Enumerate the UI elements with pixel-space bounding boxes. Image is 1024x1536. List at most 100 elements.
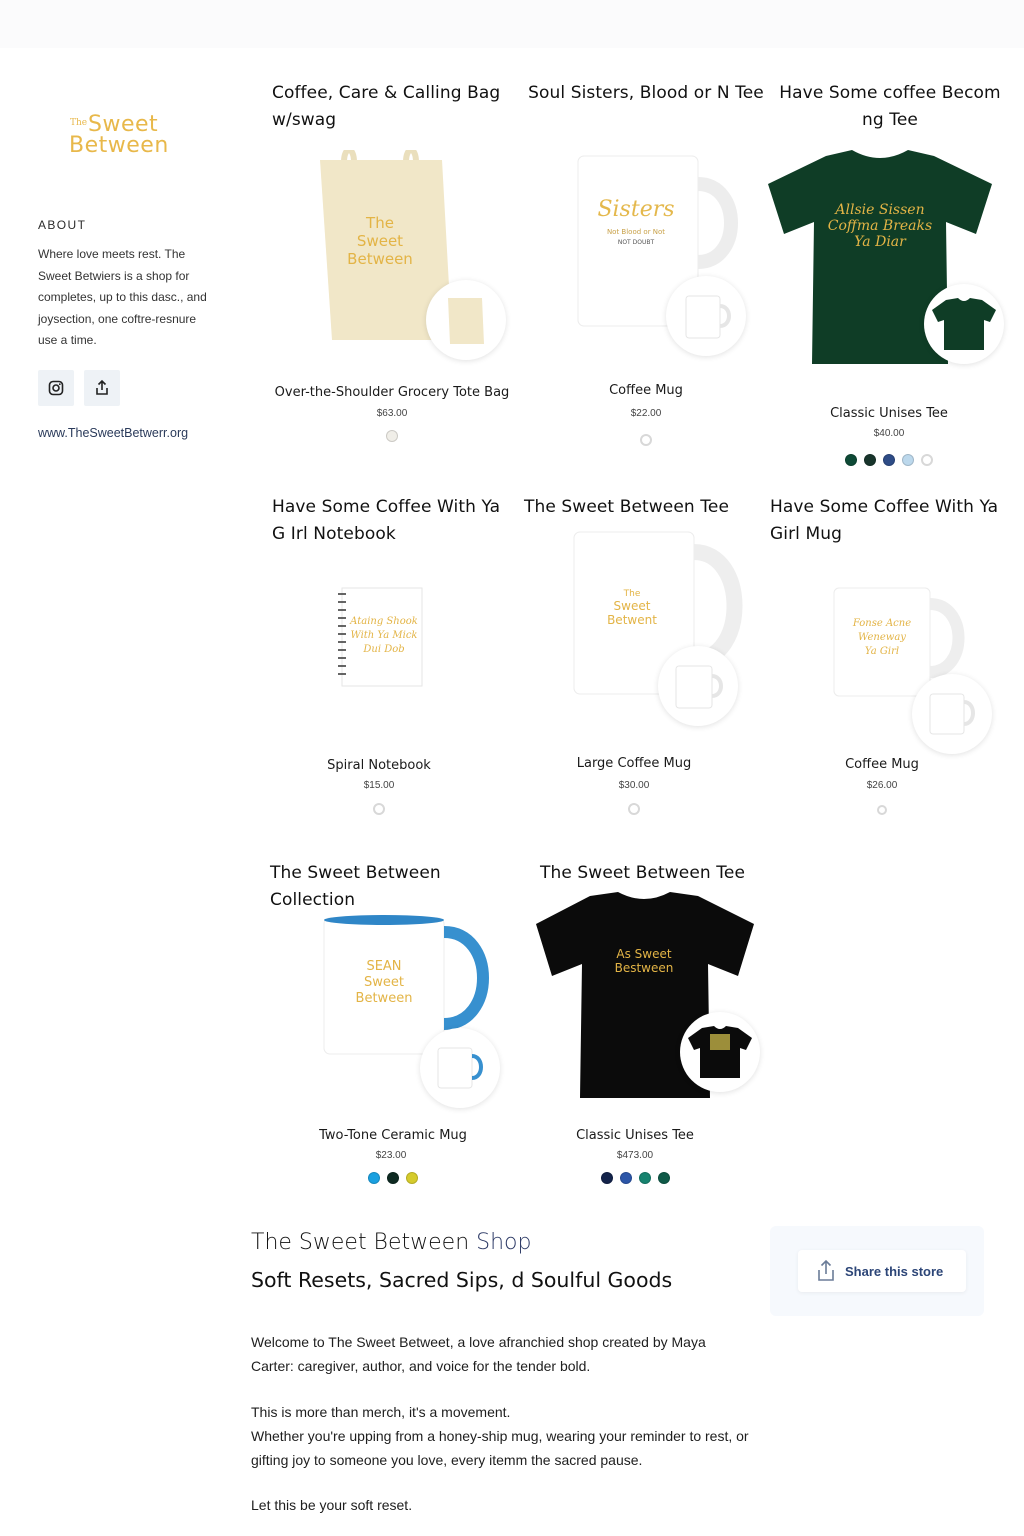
product-name[interactable]: Large Coffee Mug [514, 756, 754, 771]
color-swatch[interactable] [921, 454, 933, 466]
product-card[interactable]: The Sweet Between Collection SEAN Sweet … [270, 860, 510, 1190]
product-name[interactable]: Spiral Notebook [259, 758, 499, 773]
color-swatch[interactable] [845, 454, 857, 466]
top-bar [0, 0, 1024, 48]
shop-description-1: Welcome to The Sweet Betweet, a love afr… [251, 1334, 706, 1374]
product-card[interactable]: Coffee, Care & Calling Bag w/swag The Sw… [272, 80, 512, 450]
product-thumbnail[interactable] [912, 674, 992, 754]
product-title[interactable]: Coffee, Care & Calling Bag w/swag [272, 80, 512, 134]
color-swatch[interactable] [657, 1172, 670, 1184]
product-name[interactable]: Over-the-Shoulder Grocery Tote Bag [272, 385, 512, 400]
product-card[interactable]: The Sweet Between Tee The Sweet Betwent … [524, 494, 764, 824]
product-title[interactable]: The Sweet Between Tee [540, 860, 780, 887]
large-mug-text-2: Sweet [614, 599, 651, 613]
large-mug-text-1: The [623, 589, 641, 599]
color-swatch[interactable] [640, 434, 652, 446]
shop-subheading: Soft Resets, Sacred Sips, d Soulful Good… [251, 1268, 673, 1292]
instagram-button[interactable] [38, 370, 74, 406]
product-card[interactable]: Soul Sisters, Blood or N Tee Sisters Not… [526, 80, 766, 450]
two-tone-text-2: Sweet [364, 975, 404, 990]
product-name[interactable]: Two-Tone Ceramic Mug [273, 1128, 513, 1143]
share-store-button[interactable]: Share this store [798, 1250, 966, 1292]
product-card[interactable]: Have Some coffee Becom ng Tee Allsie Sis… [768, 80, 1010, 480]
instagram-icon [48, 380, 64, 396]
product-name[interactable]: Coffee Mug [762, 757, 1002, 772]
tote-text-1: The [365, 214, 394, 232]
shop-description-3: Let this be your soft reset. [251, 1497, 413, 1513]
two-tone-text-3: Between [356, 991, 413, 1006]
product-thumbnail[interactable] [666, 276, 746, 356]
product-title[interactable]: The Sweet Between Tee [524, 494, 764, 521]
product-name[interactable]: Classic Unises Tee [769, 406, 1009, 421]
small-mug-text-2: Weneway [858, 632, 906, 643]
product-title[interactable]: Soul Sisters, Blood or N Tee [526, 80, 766, 107]
mug-text-2: Not Blood or Not [607, 228, 665, 236]
color-swatch[interactable] [864, 454, 876, 466]
color-swatches [259, 803, 499, 815]
color-swatch[interactable] [628, 803, 640, 815]
about-text: Where love meets rest. The Sweet Betwier… [38, 247, 207, 347]
color-swatch[interactable] [902, 454, 914, 466]
product-title[interactable]: Have Some Coffee With Ya Girl Mug [770, 494, 1010, 548]
product-thumbnail[interactable] [426, 280, 506, 360]
color-swatch[interactable] [406, 1172, 418, 1184]
notebook-text-2: With Ya Mick [350, 630, 417, 641]
mug-text-3: NOT DOUBT [618, 239, 655, 246]
color-swatch[interactable] [386, 430, 398, 442]
color-swatch[interactable] [387, 1172, 399, 1184]
product-thumbnail[interactable] [924, 284, 1004, 364]
small-mug-text-1: Fonse Acne [852, 618, 911, 629]
share-store-label: Share this store [845, 1263, 944, 1279]
color-swatches [272, 430, 512, 442]
tote-text-3: Between [347, 250, 413, 268]
logo-line-2: Between [69, 133, 169, 158]
tee-text-3: Ya Diar [854, 234, 907, 250]
tee-text-2: Coffma Breaks [828, 218, 932, 234]
two-tone-text-1: SEAN [366, 959, 401, 974]
product-price: $63.00 [376, 408, 408, 419]
color-swatches [515, 1172, 755, 1184]
color-swatch[interactable] [373, 803, 385, 815]
tee-text-1: Allsie Sissen [833, 202, 924, 218]
product-price: $23.00 [375, 1150, 407, 1161]
website-link[interactable]: www.TheSweetBetwerr.org [38, 426, 188, 440]
product-thumbnail[interactable] [658, 646, 738, 726]
shop-description-2: This is more than merch, it's a movement… [251, 1404, 749, 1468]
black-tee-text-2: Bestween [615, 961, 674, 975]
product-thumbnail[interactable] [680, 1012, 760, 1092]
black-tee-text-1: As Sweet [616, 947, 671, 961]
notebook-text-3: Dui Dob [362, 644, 404, 655]
shop-heading-accent: Shop [476, 1230, 532, 1255]
color-swatches [273, 1172, 513, 1184]
store-logo[interactable]: The Sweet Between [68, 112, 168, 158]
large-mug-text-3: Betwent [607, 613, 657, 627]
color-swatch[interactable] [368, 1172, 380, 1184]
share-icon [96, 379, 108, 395]
product-price: $22.00 [630, 408, 662, 419]
color-swatches [514, 803, 754, 815]
product-title[interactable]: Have Some coffee Becom ng Tee [770, 80, 1010, 134]
product-price: $30.00 [618, 780, 650, 791]
product-card[interactable]: Have Some Coffee With Ya Girl Mug Fonse … [770, 494, 1010, 824]
about-heading: ABOUT [38, 218, 87, 232]
mug-text-1: Sisters [597, 197, 674, 222]
product-thumbnail[interactable] [420, 1028, 500, 1108]
color-swatch[interactable] [883, 454, 895, 466]
product-card[interactable]: Have Some Coffee With Ya G Irl Notebook … [272, 494, 512, 824]
color-swatch[interactable] [877, 805, 887, 815]
product-card[interactable]: The Sweet Between Tee As Sweet Bestween … [536, 860, 780, 1190]
color-swatch[interactable] [600, 1172, 613, 1184]
product-name[interactable]: Coffee Mug [526, 383, 766, 398]
notebook-text-1: Ataing Shook [349, 616, 418, 627]
color-swatches [762, 805, 1002, 815]
product-name[interactable]: Classic Unises Tee [515, 1128, 755, 1143]
tote-text-2: Sweet [357, 232, 403, 250]
share-button-sidebar[interactable] [84, 370, 120, 406]
small-mug-text-3: Ya Girl [865, 646, 899, 657]
product-title[interactable]: Have Some Coffee With Ya G Irl Notebook [272, 494, 512, 548]
product-price: $15.00 [363, 780, 395, 791]
product-title[interactable]: The Sweet Between Collection [270, 860, 530, 914]
color-swatch[interactable] [638, 1172, 651, 1184]
color-swatch[interactable] [619, 1172, 632, 1184]
product-image[interactable]: Ataing Shook With Ya Mick Dui Dob [334, 584, 434, 694]
